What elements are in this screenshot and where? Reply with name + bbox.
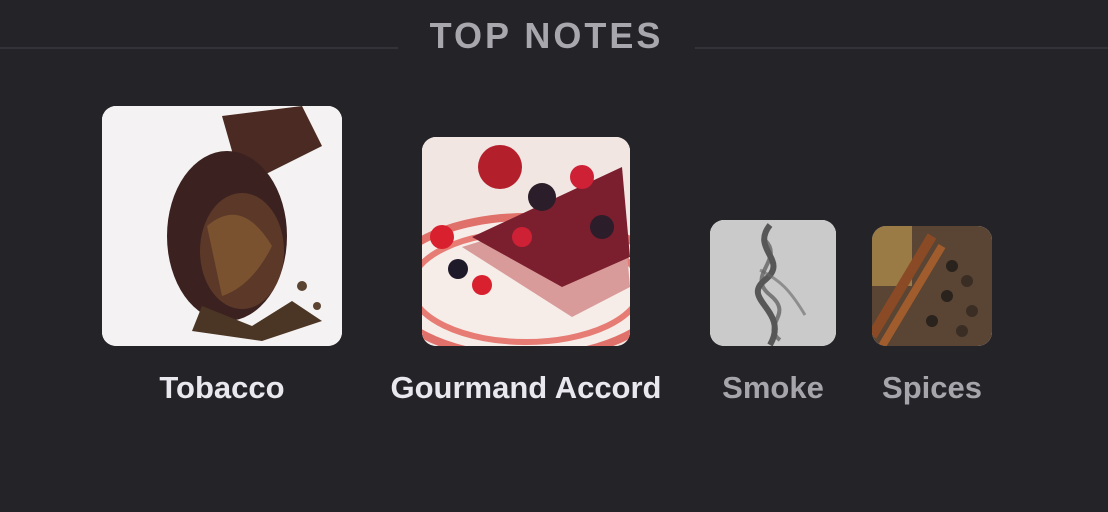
note-label: Smoke (722, 370, 824, 405)
tobacco-pipe-image (102, 106, 342, 346)
note-label: Tobacco (159, 370, 285, 405)
note-spices[interactable]: Spices (872, 226, 992, 405)
note-label: Gourmand Accord (390, 370, 662, 405)
spices-image (872, 226, 992, 346)
berry-cake-image (422, 137, 630, 346)
note-gourmand-accord[interactable]: Gourmand Accord (391, 137, 662, 405)
note-tobacco[interactable]: Tobacco (102, 106, 342, 405)
section-header: TOP NOTES (0, 14, 1108, 58)
smoke-image (710, 220, 836, 346)
note-label: Spices (882, 370, 982, 405)
section-title: TOP NOTES (429, 15, 664, 56)
note-smoke[interactable]: Smoke (710, 220, 836, 405)
header-divider-right (695, 47, 1108, 49)
header-divider-left (0, 47, 398, 49)
